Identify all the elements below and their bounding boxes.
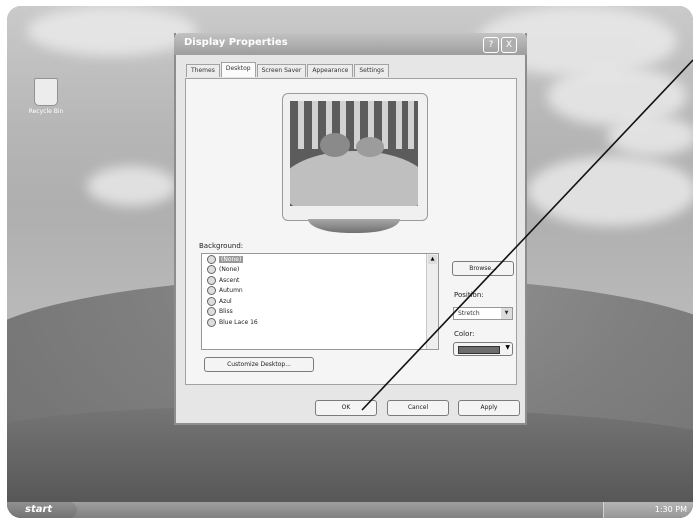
tab-appearance[interactable]: Appearance: [307, 64, 354, 77]
apply-button[interactable]: Apply: [458, 400, 520, 416]
position-value: Stretch: [458, 310, 480, 317]
system-tray: 1:30 PM: [603, 502, 693, 518]
dialog-title: Display Properties: [184, 37, 288, 48]
wallpaper-icon: [207, 254, 216, 264]
recycle-bin-icon: [34, 78, 58, 106]
tab-settings[interactable]: Settings: [354, 64, 389, 77]
monitor-preview: [282, 93, 428, 221]
help-button[interactable]: ?: [483, 37, 499, 53]
cloud: [27, 6, 197, 56]
wallpaper-icon: [207, 307, 216, 317]
list-item[interactable]: Ascent: [202, 275, 438, 286]
tab-desktop[interactable]: Desktop: [220, 62, 256, 77]
wallpaper-icon: [207, 275, 216, 285]
wallpaper-preview: [290, 101, 418, 206]
color-picker-button[interactable]: ▼: [453, 342, 513, 356]
recycle-bin-shortcut[interactable]: Recycle Bin: [24, 78, 68, 115]
close-button[interactable]: X: [501, 37, 517, 53]
list-item[interactable]: (None): [202, 265, 438, 276]
ok-button[interactable]: OK: [315, 400, 377, 416]
cancel-button[interactable]: Cancel: [387, 400, 449, 416]
background-label: Background:: [199, 242, 244, 250]
monitor-stand: [308, 219, 400, 233]
dialog-titlebar[interactable]: Display Properties ? X: [174, 33, 527, 55]
list-item[interactable]: (None): [202, 254, 438, 265]
color-swatch: [458, 346, 500, 354]
recycle-bin-label: Recycle Bin: [28, 108, 64, 115]
cloud: [87, 166, 177, 206]
scroll-up-icon[interactable]: ▲: [428, 255, 437, 264]
list-item[interactable]: Azul: [202, 296, 438, 307]
list-item[interactable]: Autumn: [202, 286, 438, 297]
position-select[interactable]: Stretch ▼: [453, 307, 513, 320]
list-item[interactable]: Bliss: [202, 307, 438, 318]
clock: 1:30 PM: [654, 505, 687, 514]
background-list[interactable]: (None) (None) Ascent Autumn Azul Bliss B…: [201, 253, 439, 350]
tab-screen-saver[interactable]: Screen Saver: [256, 64, 307, 77]
desktop-tab-panel: Background: (None) (None) Ascent Autumn …: [185, 78, 517, 385]
tab-strip: Themes Desktop Screen Saver Appearance S…: [186, 62, 390, 78]
display-properties-dialog: Display Properties ? X Themes Desktop Sc…: [174, 33, 527, 425]
tab-themes[interactable]: Themes: [186, 64, 220, 77]
wallpaper-icon: [207, 296, 216, 306]
wallpaper-icon: [207, 317, 216, 327]
browse-button[interactable]: Browse...: [452, 261, 514, 276]
position-label: Position:: [454, 291, 484, 299]
start-button[interactable]: start: [7, 502, 77, 518]
chevron-down-icon: ▼: [501, 308, 512, 319]
customize-desktop-button[interactable]: Customize Desktop...: [204, 357, 314, 372]
list-item[interactable]: Blue Lace 16: [202, 317, 438, 328]
taskbar: start 1:30 PM: [7, 502, 693, 518]
cloud: [607, 116, 693, 156]
cloud: [527, 156, 693, 226]
color-label: Color:: [454, 330, 475, 338]
chevron-down-icon: ▼: [505, 344, 510, 351]
list-scrollbar[interactable]: ▲: [426, 254, 438, 349]
wallpaper-icon: [207, 286, 216, 296]
wallpaper-icon: [207, 265, 216, 275]
